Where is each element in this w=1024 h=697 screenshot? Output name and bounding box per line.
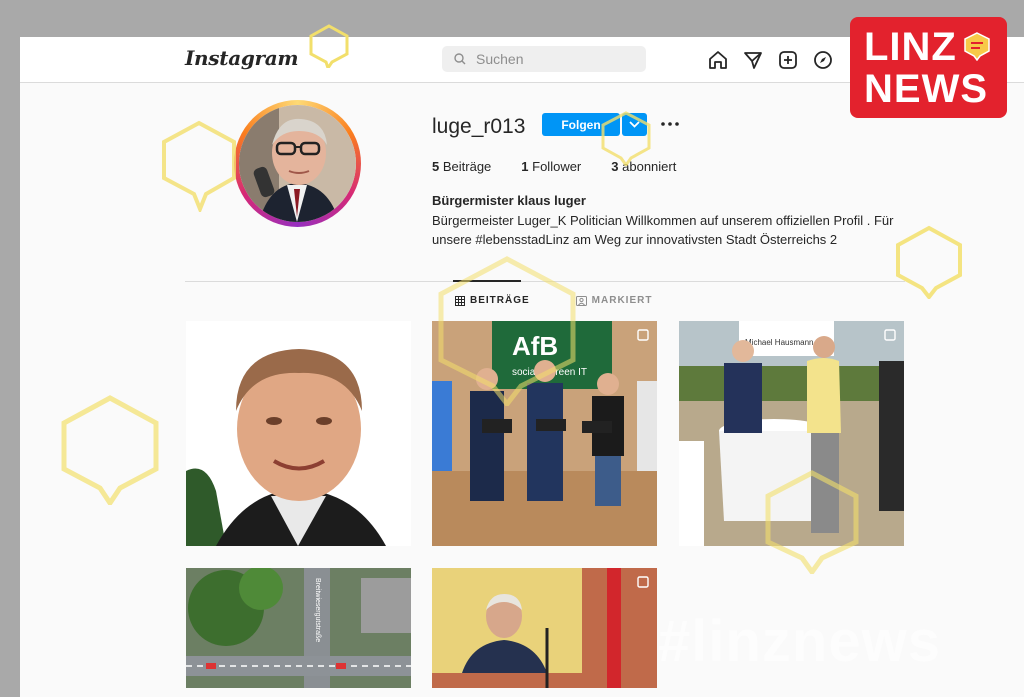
more-options-icon[interactable] [660, 117, 680, 131]
profile-username: luge_r013 [432, 115, 526, 138]
instagram-logo[interactable]: Instagram [185, 46, 299, 70]
chat-bubble-icon [964, 32, 990, 61]
watermark-hex-bubble [896, 225, 962, 299]
direct-icon[interactable] [742, 49, 764, 71]
avatar [239, 105, 356, 222]
hashtag-watermark: #linznews [658, 609, 941, 674]
linz-news-logo: LINZ NEWS [850, 17, 1007, 118]
explore-icon[interactable] [812, 49, 834, 71]
truck-sign-text: Michael Hausmann [745, 338, 813, 347]
home-icon[interactable] [707, 49, 729, 71]
bio-name: Bürgermister klaus luger [432, 193, 586, 208]
watermark-hex-bubble [438, 256, 576, 406]
new-post-icon[interactable] [777, 49, 799, 71]
post-map[interactable]: Breitwiesergutstraße [186, 568, 411, 688]
multiple-posts-icon [884, 329, 896, 341]
watermark-hex-bubble [162, 120, 236, 212]
multiple-posts-icon [637, 576, 649, 588]
bio-text: Bürgermeister Luger_K Politician Willkom… [432, 213, 894, 247]
multiple-posts-icon [637, 329, 649, 341]
watermark-hex-bubble [61, 395, 159, 505]
logo-line-2: NEWS [864, 67, 988, 111]
profile-avatar-ring[interactable] [234, 100, 361, 227]
stat-posts: 5 Beiträge [432, 159, 492, 174]
post-speech[interactable] [432, 568, 657, 688]
profile-stats: 5 Beiträge 1 Follower 3 abonniert [432, 159, 706, 174]
watermark-hex-bubble [309, 24, 349, 68]
search-icon [454, 53, 466, 65]
search-box[interactable] [442, 46, 646, 72]
tab-tagged[interactable]: MARKIERT [575, 295, 653, 306]
watermark-hex-bubble [765, 470, 859, 574]
stat-followers[interactable]: 1 Follower [521, 159, 581, 174]
watermark-hex-bubble [601, 111, 651, 166]
tag-person-icon [575, 295, 587, 306]
map-street-label: Breitwiesergutstraße [314, 578, 321, 642]
nav-icons [707, 49, 834, 71]
search-input[interactable] [474, 50, 628, 68]
logo-line-1: LINZ [864, 25, 957, 69]
post-portrait[interactable] [186, 321, 411, 546]
